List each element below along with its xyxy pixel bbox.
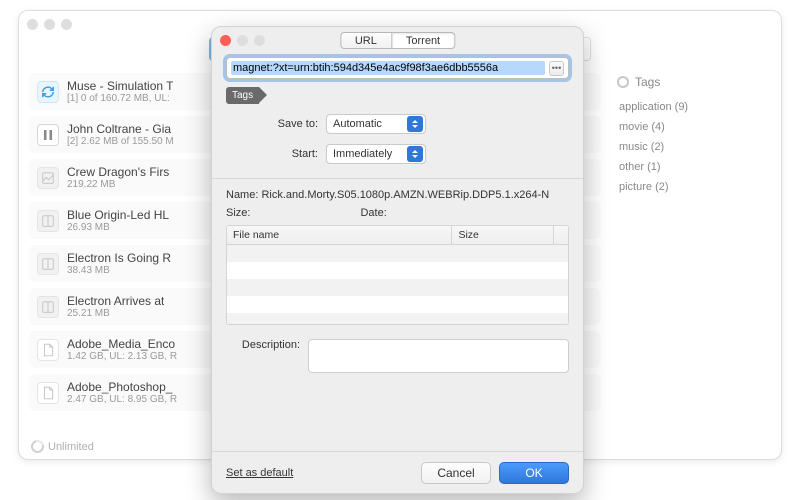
- download-title: Crew Dragon's Firs: [67, 165, 169, 179]
- download-sub: 26.93 MB: [67, 222, 169, 233]
- tags-heading: Tags: [617, 75, 771, 89]
- download-title: Electron Arrives at: [67, 294, 164, 308]
- image-file-icon: [37, 167, 59, 189]
- start-value: Immediately: [333, 148, 392, 160]
- table-row: [227, 262, 568, 279]
- table-row: [227, 245, 568, 262]
- download-sub: 219.22 MB: [67, 179, 169, 190]
- maximize-icon[interactable]: [61, 19, 72, 30]
- download-sub: 1.42 GB, UL: 2.13 GB, R: [67, 351, 177, 362]
- date-label: Date:: [360, 207, 386, 219]
- file-list-body: [227, 245, 568, 325]
- table-row: [227, 279, 568, 296]
- document-file-icon: [37, 339, 59, 361]
- column-size[interactable]: Size: [452, 226, 554, 244]
- file-list-table: File name Size: [226, 225, 569, 325]
- minimize-icon: [237, 35, 248, 46]
- tag-item[interactable]: other (1): [617, 157, 771, 177]
- close-icon[interactable]: [220, 35, 231, 46]
- tag-item[interactable]: movie (4): [617, 117, 771, 137]
- archive-file-icon: [37, 296, 59, 318]
- download-title: Adobe_Media_Enco: [67, 337, 177, 351]
- download-sub: [2] 2.62 MB of 155.50 M: [67, 136, 174, 147]
- url-input[interactable]: magnet:?xt=urn:btih:594d345e4ac9f98f3ae6…: [226, 57, 569, 79]
- chevron-updown-icon: [407, 116, 423, 132]
- archive-file-icon: [37, 210, 59, 232]
- status-text: Unlimited: [48, 441, 94, 453]
- dialog-footer: Set as default Cancel OK: [212, 451, 583, 493]
- pause-icon: [37, 124, 59, 146]
- name-label: Name:: [226, 189, 258, 201]
- download-title: Blue Origin-Led HL: [67, 208, 169, 222]
- name-value: Rick.and.Morty.S05.1080p.AMZN.WEBRip.DDP…: [261, 189, 549, 201]
- set-as-default-link[interactable]: Set as default: [226, 467, 293, 479]
- speed-gauge-icon: [29, 438, 47, 456]
- table-row: [227, 313, 568, 325]
- archive-file-icon: [37, 253, 59, 275]
- download-title: Muse - Simulation T: [67, 79, 173, 93]
- cancel-button[interactable]: Cancel: [421, 462, 491, 484]
- size-label: Size:: [226, 207, 250, 219]
- dialog-titlebar: URL Torrent: [212, 27, 583, 53]
- save-to-label: Save to:: [226, 118, 326, 130]
- chevron-updown-icon: [407, 146, 423, 162]
- table-row: [227, 296, 568, 313]
- close-icon[interactable]: [27, 19, 38, 30]
- tag-item[interactable]: music (2): [617, 137, 771, 157]
- save-to-value: Automatic: [333, 118, 382, 130]
- download-sub: 2.47 GB, UL: 8.95 GB, R: [67, 394, 177, 405]
- more-options-button[interactable]: •••: [549, 61, 564, 76]
- ok-button[interactable]: OK: [499, 462, 569, 484]
- tags-heading-label: Tags: [635, 75, 660, 89]
- column-file-name[interactable]: File name: [227, 226, 452, 244]
- tab-torrent[interactable]: Torrent: [392, 32, 455, 49]
- download-sub: 38.43 MB: [67, 265, 171, 276]
- download-title: John Coltrane - Gia: [67, 122, 174, 136]
- document-file-icon: [37, 382, 59, 404]
- download-sub: [1] 0 of 160.72 MB, UL:: [67, 93, 173, 104]
- tags-sidebar: Tags application (9) movie (4) music (2)…: [609, 67, 781, 457]
- description-input[interactable]: [308, 339, 569, 373]
- mode-segmented-control: URL Torrent: [340, 32, 455, 49]
- url-input-value: magnet:?xt=urn:btih:594d345e4ac9f98f3ae6…: [231, 61, 545, 75]
- minimize-icon[interactable]: [44, 19, 55, 30]
- tag-item[interactable]: application (9): [617, 97, 771, 117]
- tags-chip-label: Tags: [226, 87, 259, 104]
- traffic-lights: [27, 19, 72, 30]
- tags-chip[interactable]: Tags: [226, 87, 569, 104]
- column-spacer: [554, 226, 568, 244]
- divider: [212, 178, 583, 179]
- torrent-name-row: Name: Rick.and.Morty.S05.1080p.AMZN.WEBR…: [226, 189, 569, 201]
- download-title: Electron Is Going R: [67, 251, 171, 265]
- add-download-dialog: URL Torrent magnet:?xt=urn:btih:594d345e…: [211, 26, 584, 494]
- download-sub: 25.21 MB: [67, 308, 164, 319]
- refresh-icon: [37, 81, 59, 103]
- description-label: Description:: [226, 339, 308, 351]
- tag-circle-icon: [617, 76, 629, 88]
- status-bar: Unlimited: [31, 440, 94, 453]
- dialog-traffic-lights: [220, 35, 265, 46]
- maximize-icon: [254, 35, 265, 46]
- start-select[interactable]: Immediately: [326, 144, 426, 164]
- save-to-select[interactable]: Automatic: [326, 114, 426, 134]
- tag-item[interactable]: picture (2): [617, 177, 771, 197]
- tab-url[interactable]: URL: [340, 32, 392, 49]
- download-title: Adobe_Photoshop_: [67, 380, 177, 394]
- start-label: Start:: [226, 148, 326, 160]
